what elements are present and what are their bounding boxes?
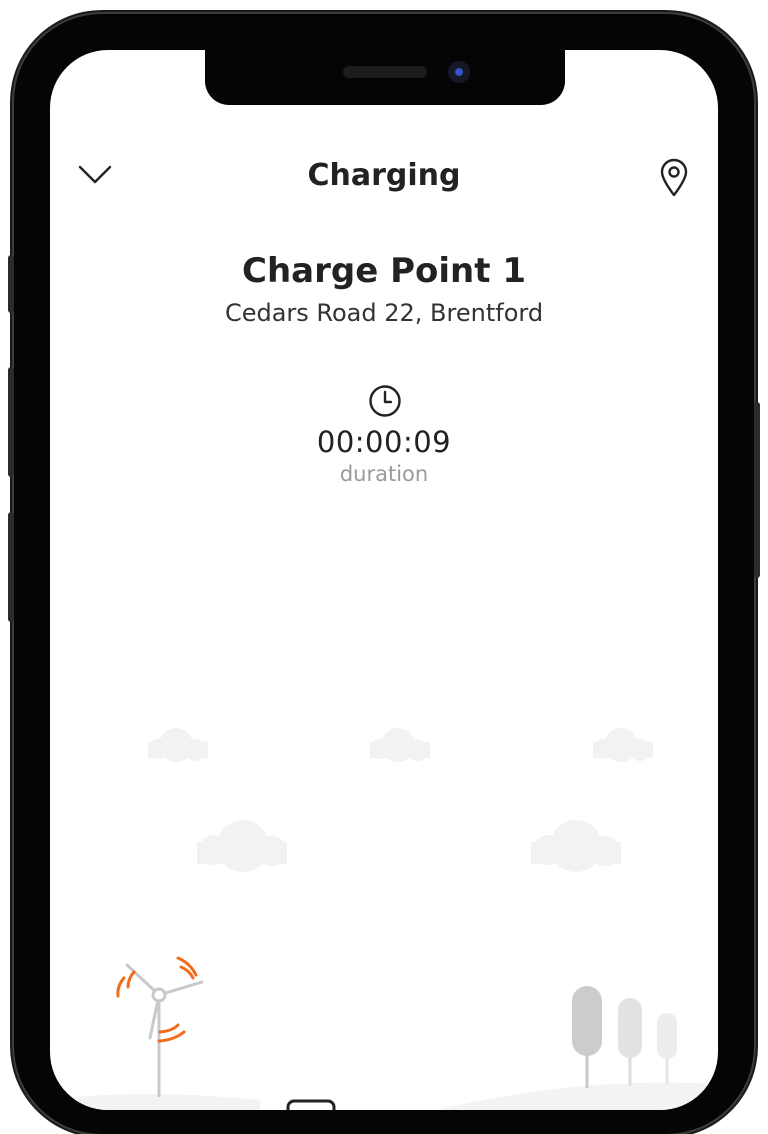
speaker-grille	[343, 66, 427, 78]
app-screen: Charging Charge Point 1 Cedars Road 22, …	[50, 50, 718, 1110]
phone-side-button	[8, 512, 14, 622]
cloud-icon	[197, 820, 287, 872]
charging-station-icon	[286, 1099, 336, 1110]
page-title: Charging	[307, 158, 461, 193]
phone-side-button	[8, 255, 14, 313]
duration-label: duration	[339, 462, 429, 486]
clock-icon	[368, 384, 402, 422]
phone-side-button	[754, 402, 760, 578]
cloud-icon	[593, 728, 653, 762]
tree-icon	[618, 998, 642, 1086]
tree-icon	[657, 1013, 677, 1084]
wind-turbine-icon	[116, 956, 204, 1097]
phone-side-button	[8, 367, 14, 477]
charge-point-name: Charge Point 1	[242, 251, 526, 291]
cloud-icon	[531, 820, 621, 872]
map-pin-icon[interactable]	[659, 158, 689, 198]
phone-notch	[205, 50, 565, 105]
duration-value: 00:00:09	[316, 425, 452, 459]
cloud-icon	[148, 728, 208, 762]
tree-icon	[572, 986, 602, 1088]
charge-point-address: Cedars Road 22, Brentford	[224, 299, 544, 327]
charging-illustration	[50, 728, 718, 1110]
cloud-icon	[370, 728, 430, 762]
front-camera	[448, 61, 470, 83]
